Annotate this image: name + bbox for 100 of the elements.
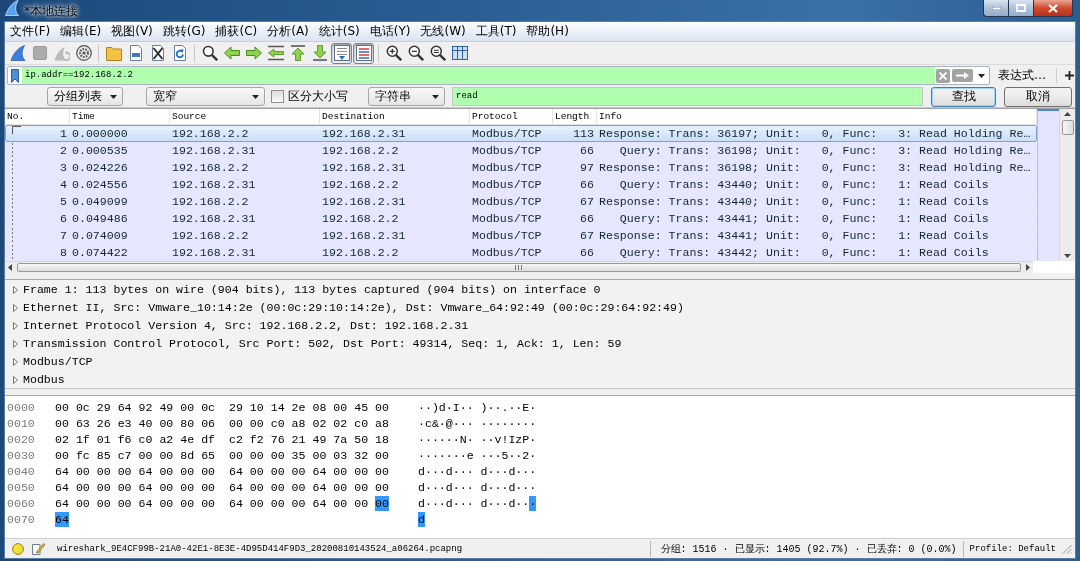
- profile-label[interactable]: Profile: Default: [969, 543, 1056, 554]
- hex-byte[interactable]: 64: [312, 463, 327, 479]
- hex-byte[interactable]: 64: [117, 399, 132, 415]
- checkbox-label[interactable]: 区分大小写: [288, 88, 362, 105]
- hex-byte[interactable]: 85: [96, 447, 111, 463]
- column-header[interactable]: Length: [553, 109, 597, 124]
- hex-byte[interactable]: 00: [249, 463, 264, 479]
- ascii-char[interactable]: ·: [522, 415, 530, 431]
- hex-byte[interactable]: df: [201, 431, 216, 447]
- ascii-char[interactable]: ·: [452, 447, 460, 463]
- packet-row[interactable]: 5 0.049099 192.168.2.2 192.168.2.31 Modbus/TCP 67 Response: Trans: 43440; Unit: 0, Func: 1: Read Coils: [5, 193, 1037, 210]
- menu-item[interactable]: 无线(W): [416, 22, 470, 41]
- ascii-char[interactable]: ·: [418, 447, 425, 463]
- ascii-char[interactable]: ·: [508, 447, 516, 463]
- ascii-char[interactable]: ·: [459, 479, 467, 495]
- column-header[interactable]: Time: [70, 109, 170, 124]
- menu-item[interactable]: 分析(A): [263, 22, 313, 41]
- caret-right-icon[interactable]: [13, 304, 18, 312]
- hex-byte[interactable]: 65: [201, 447, 216, 463]
- ascii-char[interactable]: ·: [424, 463, 432, 479]
- ascii-char[interactable]: ·: [501, 495, 509, 511]
- expression-button[interactable]: 表达式…: [993, 66, 1051, 85]
- dropdown[interactable]: 宽窄: [146, 87, 265, 106]
- tree-item[interactable]: Frame 1: 113 bytes on wire (904 bits), 113 bytes captured (904 bits) on interface 0: [23, 282, 601, 298]
- ascii-char[interactable]: I: [508, 431, 516, 447]
- ascii-char[interactable]: ·: [515, 415, 523, 431]
- ascii-char[interactable]: ·: [515, 399, 523, 415]
- hex-byte[interactable]: c0: [138, 431, 153, 447]
- hex-byte[interactable]: 00: [180, 479, 195, 495]
- close-button[interactable]: [1033, 0, 1073, 17]
- ascii-char[interactable]: ·: [487, 431, 495, 447]
- ascii-char[interactable]: ·: [438, 463, 446, 479]
- hex-byte[interactable]: 00: [138, 447, 153, 463]
- hex-byte[interactable]: 00: [354, 479, 369, 495]
- ascii-char[interactable]: ·: [445, 447, 453, 463]
- ascii-char[interactable]: ·: [466, 399, 474, 415]
- ascii-char[interactable]: ·: [459, 447, 467, 463]
- ascii-char[interactable]: ·: [494, 447, 502, 463]
- clear-button[interactable]: [936, 68, 950, 83]
- ascii-char[interactable]: ·: [431, 495, 439, 511]
- ascii-char[interactable]: ·: [487, 415, 495, 431]
- hex-byte[interactable]: 00: [96, 463, 111, 479]
- packet-row[interactable]: 2 0.000535 192.168.2.31 192.168.2.2 Modbus/TCP 66 Query: Trans: 36198; Unit: 0, Func: 3: Read Holding Re…: [5, 142, 1037, 159]
- ascii-char[interactable]: d: [480, 463, 488, 479]
- hex-byte[interactable]: 4e: [180, 431, 195, 447]
- hex-byte[interactable]: 64: [138, 495, 153, 511]
- ascii-char[interactable]: d: [508, 479, 516, 495]
- ascii-char[interactable]: d: [418, 495, 425, 511]
- ascii-char[interactable]: d: [445, 495, 453, 511]
- scroll-up-icon[interactable]: [1064, 112, 1071, 116]
- hex-byte[interactable]: 00: [75, 495, 90, 511]
- caret-right-icon[interactable]: [13, 340, 18, 348]
- ascii-char[interactable]: ): [431, 399, 439, 415]
- hex-byte[interactable]: 40: [138, 415, 153, 431]
- ascii-char[interactable]: ·: [487, 399, 495, 415]
- ascii-char[interactable]: d: [418, 463, 425, 479]
- ascii-char[interactable]: ·: [508, 415, 516, 431]
- hex-byte[interactable]: 00: [228, 415, 243, 431]
- scroll-thumb[interactable]: [1061, 120, 1074, 135]
- ascii-char[interactable]: ·: [459, 463, 467, 479]
- menu-item[interactable]: 跳转(G): [158, 22, 210, 41]
- ascii-char[interactable]: ·: [431, 479, 439, 495]
- ascii-char[interactable]: ·: [515, 447, 523, 463]
- hex-byte[interactable]: 2e: [291, 399, 306, 415]
- hex-byte[interactable]: 0c: [75, 399, 90, 415]
- ascii-char[interactable]: ·: [424, 447, 432, 463]
- hex-byte[interactable]: 00: [375, 479, 389, 495]
- hex-byte[interactable]: 50: [354, 431, 369, 447]
- hex-byte[interactable]: 7a: [333, 431, 348, 447]
- hex-byte[interactable]: 00: [333, 399, 348, 415]
- hex-byte[interactable]: 00: [180, 495, 195, 511]
- hex-byte[interactable]: 00: [312, 447, 327, 463]
- ascii-char[interactable]: d: [508, 463, 516, 479]
- ascii-char[interactable]: E: [522, 399, 530, 415]
- ascii-char[interactable]: ·: [501, 479, 509, 495]
- ascii-char[interactable]: e: [466, 447, 474, 463]
- menu-item[interactable]: 捕获(C): [211, 22, 262, 41]
- ascii-char[interactable]: ·: [515, 495, 523, 511]
- hex-byte[interactable]: 06: [201, 415, 216, 431]
- ascii-char[interactable]: ·: [529, 495, 537, 511]
- hex-byte[interactable]: 00: [159, 415, 174, 431]
- ascii-char[interactable]: I: [452, 399, 460, 415]
- ascii-char[interactable]: ·: [480, 415, 488, 431]
- hex-byte[interactable]: 00: [201, 463, 216, 479]
- hex-byte[interactable]: a8: [291, 415, 306, 431]
- ascii-char[interactable]: ·: [445, 399, 453, 415]
- menu-item[interactable]: 编辑(E): [56, 22, 106, 41]
- hex-byte[interactable]: 08: [312, 399, 327, 415]
- ascii-char[interactable]: ·: [487, 495, 495, 511]
- ascii-char[interactable]: ·: [459, 415, 467, 431]
- ascii-char[interactable]: ·: [424, 479, 432, 495]
- hex-byte[interactable]: 02: [333, 415, 348, 431]
- hex-byte[interactable]: 29: [228, 399, 243, 415]
- minimize-button[interactable]: [983, 0, 1009, 17]
- ascii-char[interactable]: ·: [480, 447, 488, 463]
- hex-byte[interactable]: 00: [55, 415, 69, 431]
- hex-byte[interactable]: 00: [375, 495, 389, 511]
- ascii-char[interactable]: ·: [452, 479, 460, 495]
- hex-byte[interactable]: c0: [354, 415, 369, 431]
- ascii-char[interactable]: ·: [529, 399, 537, 415]
